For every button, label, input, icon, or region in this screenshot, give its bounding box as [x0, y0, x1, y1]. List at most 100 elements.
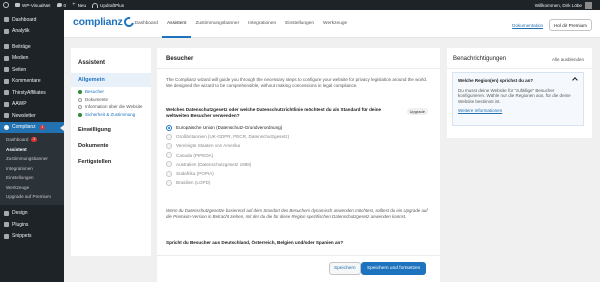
complianz-logo: complianz [73, 15, 136, 29]
step-status-icon [78, 90, 82, 94]
radio-button [166, 170, 172, 177]
step-documents[interactable]: Dokumente [71, 143, 151, 149]
sidebar-item-snippets[interactable]: Snippets [0, 231, 64, 243]
aawp-icon [4, 101, 9, 107]
submenu-item-settings[interactable]: Einstellungen [0, 173, 64, 183]
submenu-item-assistant[interactable]: Assistent [0, 145, 64, 155]
sidebar-item-plugins[interactable]: Plugins [0, 219, 64, 231]
wizard-steps-panel: Assistent Allgemein Besucher Dokumente I… [71, 48, 151, 256]
radio-option-us: Vereinigte Staaten von Amerika [166, 141, 289, 150]
submenu-item-consent-banner[interactable]: Zustimmungsbanner [0, 154, 64, 164]
radio-button [166, 179, 172, 186]
complianz-icon [4, 124, 9, 130]
substep-security-consent[interactable]: Sicherheit & Zustimmung [78, 112, 151, 118]
submenu-item-dashboard[interactable]: Dashboard 1 [0, 135, 64, 145]
sidebar-item-pages[interactable]: Seiten [0, 64, 64, 76]
sidebar-item-newsletter[interactable]: Newsletter [0, 110, 64, 122]
wizard-content-panel: Besucher The Complianz wizard will guide… [157, 48, 440, 282]
new-content-link[interactable]: + Neu [72, 2, 86, 8]
radio-option-south-africa: Südafrika (POPIA) [166, 169, 289, 178]
plus-icon: + [72, 2, 76, 8]
notifications-panel: Benachrichtigungen Alle ausblenden Welch… [447, 48, 592, 138]
radio-option-eu[interactable]: Europäische Union (Datenschutz-Grundvero… [166, 123, 289, 132]
substep-website-info[interactable]: Information über die Website [78, 104, 151, 110]
sidebar-item-design[interactable]: Design [0, 208, 64, 220]
substep-list: Besucher Dokumente Information über die … [71, 89, 151, 117]
radio-option-brazil: Brasilien (LGPD) [166, 178, 289, 187]
hide-all-link[interactable]: Alle ausblenden [552, 57, 584, 62]
save-and-continue-button[interactable]: Speichern und fortsetzen [361, 262, 427, 275]
sidebar-item-media[interactable]: Medien [0, 53, 64, 65]
sidebar-item-dashboard[interactable]: Dashboard [0, 14, 64, 26]
step-finish[interactable]: Fertigstellen [71, 159, 151, 165]
admin-sidebar: Dashboard Analytik Beiträge Medien Seite… [0, 10, 64, 282]
sidebar-item-thirstyaffiliates[interactable]: ThirstyAffiliates [0, 87, 64, 99]
updraftplus-link[interactable]: UpdraftPlus [92, 2, 124, 8]
radio-button[interactable] [166, 124, 172, 131]
tab-settings[interactable]: Einstellungen [281, 10, 319, 38]
admin-bar: WP-VisualNet 0 + Neu UpdraftPlus Willkom… [0, 0, 600, 10]
radio-option-uk: Großbritannien (UK-GDPR, PECR, Datenschu… [166, 132, 289, 141]
sidebar-item-aawp[interactable]: AAWP [0, 99, 64, 111]
avatar [585, 1, 592, 9]
complianz-submenu: Dashboard 1 Assistent Zustimmungsbanner I… [0, 133, 64, 205]
submenu-item-tools[interactable]: Werkzeuge [0, 183, 64, 193]
comments-icon [4, 78, 9, 84]
documentation-link[interactable]: Dokumentation [512, 23, 543, 28]
sidebar-item-complianz[interactable]: Complianz 1 [0, 121, 64, 133]
pin-icon [4, 44, 9, 50]
save-button[interactable]: Speichern [329, 262, 361, 275]
tab-assistant[interactable]: Assistent [162, 10, 191, 38]
plugin-icon [4, 222, 9, 228]
scissors-icon [4, 233, 9, 239]
get-premium-button[interactable]: Hol dir Premium [549, 19, 592, 31]
more-info-link[interactable]: Weitere Informationen [458, 108, 578, 113]
premium-note: Wenn du Datenschutzgesetze basierend auf… [166, 208, 428, 219]
tab-dashboard[interactable]: Dashboard [130, 10, 162, 38]
tab-tools[interactable]: Werkzeuge [319, 10, 352, 38]
step-status-icon [78, 97, 82, 102]
notifications-title: Benachrichtigungen [453, 56, 507, 62]
radio-option-australia: Australien (Datenschutzgesetz 1988) [166, 160, 289, 169]
step-general[interactable]: Allgemein [71, 73, 151, 87]
wizard-footer: Speichern Speichern und fortsetzen [157, 255, 440, 282]
notification-text: Du musst deine Website für "zufällige" B… [458, 88, 571, 104]
substep-documents[interactable]: Dokumente [78, 97, 151, 103]
submenu-item-integrations[interactable]: Integrationen [0, 164, 64, 174]
site-name-link[interactable]: WP-VisualNet [15, 3, 51, 8]
question-privacy-law: Welches Datenschutzgesetz oder welche Da… [166, 107, 382, 118]
link-icon [4, 90, 9, 96]
home-icon [15, 3, 20, 7]
question-target-countries: Spricht du Besucher aus Deutschland, Öst… [166, 240, 344, 245]
intro-text: The Complianz wizard will guide you thro… [166, 77, 428, 88]
newsletter-icon [4, 113, 9, 119]
notifications-header: Benachrichtigungen Alle ausblenden [447, 48, 592, 69]
dashboard-icon [4, 17, 9, 23]
sidebar-item-posts[interactable]: Beiträge [0, 41, 64, 53]
radio-option-canada: Canada (PIPEDA) [166, 151, 289, 160]
submenu-item-upgrade[interactable]: Upgrade auf Premium [0, 192, 64, 202]
sidebar-item-analytics[interactable]: Analytik [0, 26, 64, 38]
notification-card: Welche Region(en) sprichst du an? Du mus… [452, 72, 584, 126]
tab-integrations[interactable]: Integrationen [244, 10, 281, 38]
notification-title[interactable]: Welche Region(en) sprichst du an? [458, 78, 578, 83]
account-menu[interactable]: Willkommen, Dirk Löbe [535, 1, 592, 9]
sidebar-item-comments[interactable]: Kommentare [0, 76, 64, 88]
updraftplus-icon [92, 2, 99, 8]
comments-link[interactable]: 0 [56, 3, 66, 8]
wordpress-logo-icon[interactable] [3, 2, 9, 8]
radio-button [166, 133, 172, 140]
radio-button [166, 161, 172, 168]
substep-visitors[interactable]: Besucher [78, 89, 151, 95]
section-title: Besucher [157, 48, 440, 69]
step-status-icon [78, 112, 82, 117]
step-consent[interactable]: Einwilligung [71, 127, 151, 133]
privacy-law-radio-group: Europäische Union (Datenschutz-Grundvero… [166, 123, 289, 187]
tab-consent-banner[interactable]: Zustimmungsbanner [191, 10, 244, 38]
radio-button [166, 152, 172, 159]
comment-bubble-icon [56, 3, 62, 7]
radio-button [166, 142, 172, 149]
brush-icon [4, 210, 9, 216]
upgrade-badge[interactable]: Upgrade [407, 108, 428, 115]
notification-badge: 1 [31, 137, 37, 143]
